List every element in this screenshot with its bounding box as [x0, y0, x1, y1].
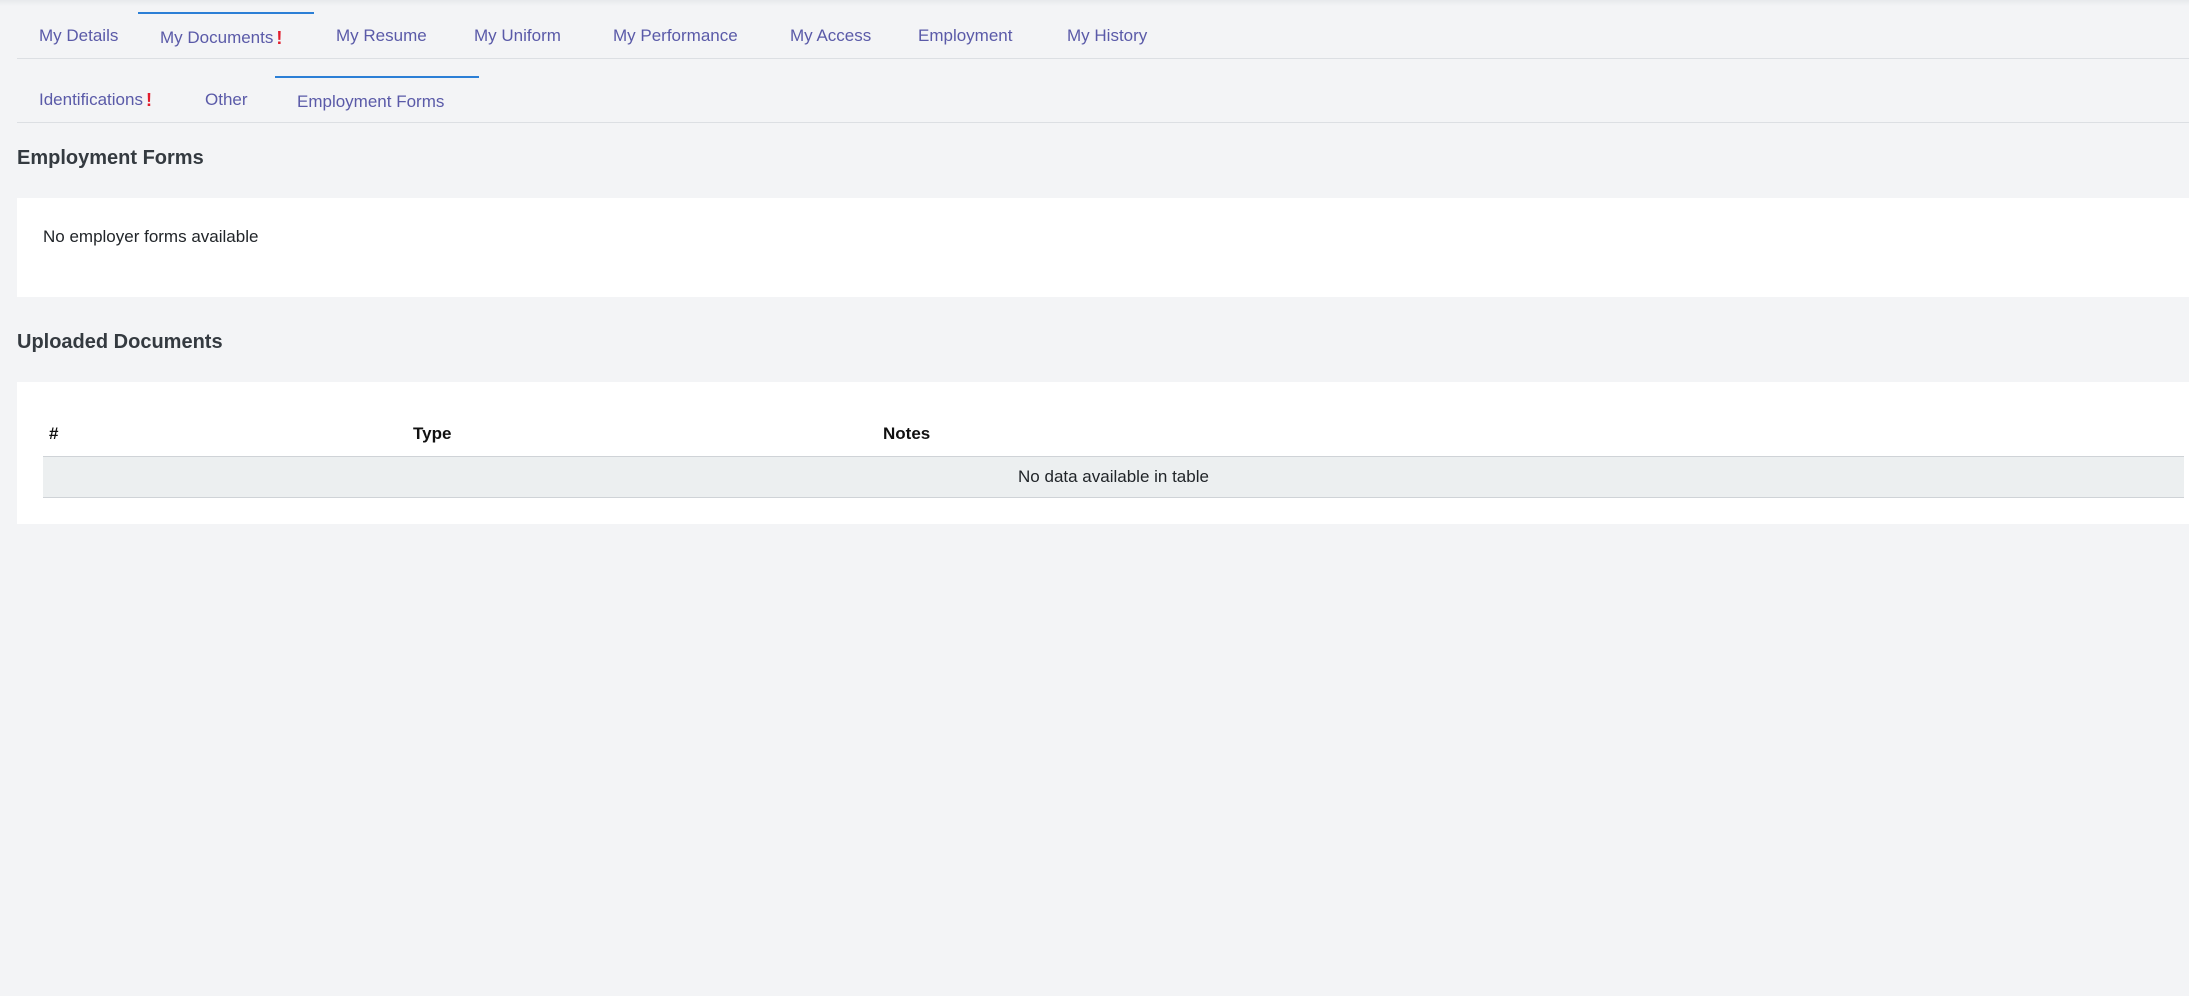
tab-my-access[interactable]: My Access — [768, 12, 896, 58]
tab-other[interactable]: Other — [183, 76, 275, 122]
column-header-notes[interactable]: Notes — [877, 412, 2184, 457]
employment-forms-title: Employment Forms — [17, 147, 204, 169]
column-header-number[interactable]: # — [43, 412, 407, 457]
tab-label: My Performance — [613, 26, 738, 45]
tab-my-resume[interactable]: My Resume — [314, 12, 452, 58]
sub-tabs: Identifications ! Other Employment Forms — [17, 76, 2189, 123]
tab-label: My Documents — [160, 28, 274, 47]
tab-my-uniform[interactable]: My Uniform — [452, 12, 591, 58]
empty-forms-message: No employer forms available — [43, 227, 259, 246]
uploaded-documents-panel: # Type Notes No data available in table — [17, 382, 2189, 524]
empty-table-message: No data available in table — [43, 456, 2184, 498]
tab-label: Other — [205, 90, 248, 109]
tab-label: Identifications — [39, 90, 143, 109]
tab-label: My Resume — [336, 26, 427, 45]
tab-my-history[interactable]: My History — [1045, 12, 1169, 58]
tab-label: My Details — [39, 26, 119, 45]
tab-label: Employment — [918, 26, 1013, 45]
column-header-type[interactable]: Type — [407, 412, 877, 457]
uploaded-documents-table: # Type Notes No data available in table — [43, 412, 2184, 498]
main-tabs: My Details My Documents ! My Resume My U… — [17, 12, 2189, 59]
tab-label: My History — [1067, 26, 1148, 45]
tab-identifications[interactable]: Identifications ! — [17, 76, 183, 122]
tab-my-documents[interactable]: My Documents ! — [138, 12, 314, 58]
tab-label: My Uniform — [474, 26, 561, 45]
tab-my-performance[interactable]: My Performance — [591, 12, 768, 58]
page: My Details My Documents ! My Resume My U… — [0, 0, 2189, 996]
tab-label: Employment Forms — [297, 92, 445, 111]
employment-forms-panel: No employer forms available — [17, 198, 2189, 297]
tab-employment[interactable]: Employment — [896, 12, 1045, 58]
tab-my-details[interactable]: My Details — [17, 12, 138, 58]
tab-employment-forms[interactable]: Employment Forms — [275, 76, 479, 122]
table-row: No data available in table — [43, 456, 2184, 498]
alert-icon: ! — [276, 27, 283, 48]
alert-icon: ! — [145, 89, 152, 110]
top-shadow — [0, 0, 2189, 6]
table-header-row: # Type Notes — [43, 412, 2184, 457]
uploaded-documents-title: Uploaded Documents — [17, 331, 223, 353]
tab-label: My Access — [790, 26, 872, 45]
